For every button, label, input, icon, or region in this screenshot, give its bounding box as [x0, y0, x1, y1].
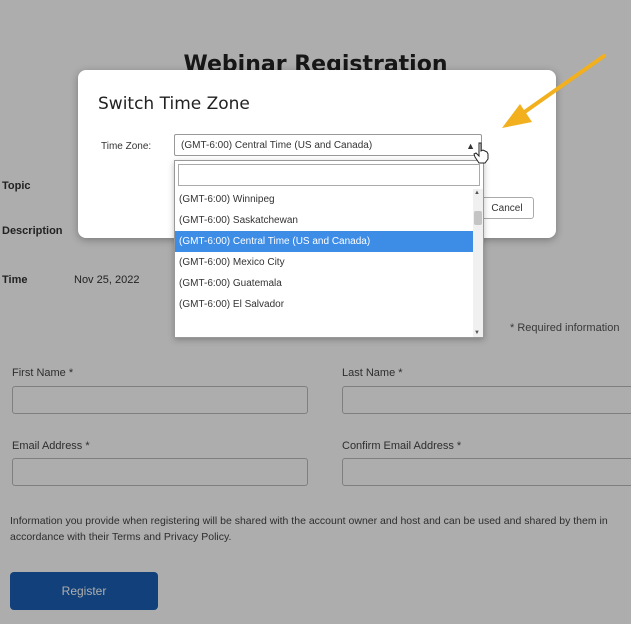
time-zone-search-input[interactable] [178, 164, 480, 186]
time-zone-option[interactable]: (GMT-6:00) Guatemala [175, 273, 473, 294]
time-zone-label: Time Zone: [101, 141, 152, 152]
dialog-title: Switch Time Zone [98, 94, 250, 114]
time-zone-selected-value: (GMT-6:00) Central Time (US and Canada) [181, 140, 373, 151]
hand-pointer-icon [473, 142, 489, 164]
scrollbar-thumb[interactable] [474, 211, 482, 225]
dropdown-scrollbar[interactable]: ▲ ▼ [473, 189, 483, 337]
scroll-down-icon[interactable]: ▼ [474, 330, 480, 336]
time-zone-option[interactable]: (GMT-6:00) Winnipeg [175, 189, 473, 210]
time-zone-option[interactable]: (GMT-6:00) Saskatchewan [175, 210, 473, 231]
time-zone-option[interactable]: (GMT-6:00) El Salvador [175, 294, 473, 315]
time-zone-option-list: (GMT-6:00) Winnipeg (GMT-6:00) Saskatche… [175, 189, 473, 315]
time-zone-option-selected[interactable]: (GMT-6:00) Central Time (US and Canada) [175, 231, 473, 252]
cancel-button[interactable]: Cancel [480, 197, 534, 219]
time-zone-select[interactable]: (GMT-6:00) Central Time (US and Canada) … [174, 134, 482, 156]
time-zone-option[interactable]: (GMT-6:00) Mexico City [175, 252, 473, 273]
scroll-up-icon[interactable]: ▲ [474, 190, 480, 196]
time-zone-dropdown: (GMT-6:00) Winnipeg (GMT-6:00) Saskatche… [174, 160, 484, 338]
